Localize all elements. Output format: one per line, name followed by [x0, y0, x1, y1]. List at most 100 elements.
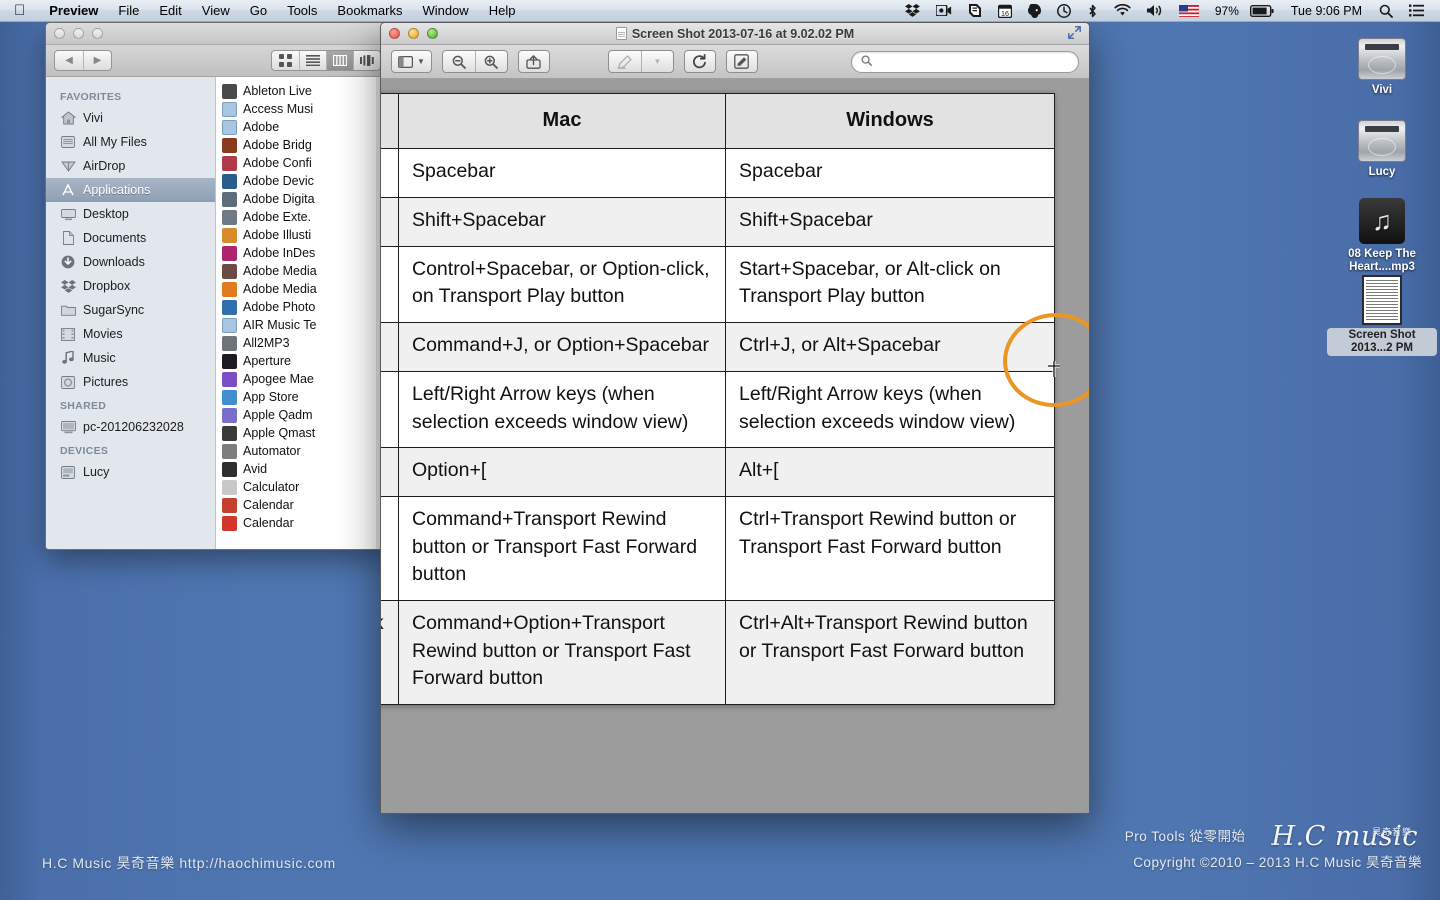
list-item[interactable]: Adobe Media: [216, 262, 389, 280]
finder-titlebar[interactable]: [46, 23, 389, 45]
finder-window[interactable]: ◀ ▶ FAVORITES Vivi All My Files AirDrop …: [45, 22, 390, 550]
coverflow-view-button[interactable]: [353, 51, 380, 70]
dropbox-icon[interactable]: [897, 0, 928, 22]
zoom-button[interactable]: [92, 28, 103, 39]
sidebar-item-pc-201206232028[interactable]: pc-201206232028: [46, 415, 215, 439]
sidebar-item-applications[interactable]: Applications: [46, 178, 215, 202]
wifi-icon[interactable]: [1106, 0, 1139, 22]
menu-item-help[interactable]: Help: [479, 3, 526, 18]
list-item[interactable]: Aperture: [216, 352, 389, 370]
sidebar-item-movies[interactable]: Movies: [46, 322, 215, 346]
list-item[interactable]: Calendar: [216, 496, 389, 514]
desktop-icon-vivi[interactable]: Vivi: [1327, 28, 1437, 98]
footer-series-row: Pro Tools 從零開始 H.C music 昊奇音樂: [1125, 823, 1422, 850]
list-item[interactable]: Access Musi: [216, 100, 389, 118]
list-item[interactable]: Adobe InDes: [216, 244, 389, 262]
icon-view-button[interactable]: [272, 51, 299, 70]
list-item[interactable]: Calendar: [216, 514, 389, 532]
zoom-button-group[interactable]: [441, 50, 508, 73]
list-item[interactable]: Apogee Mae: [216, 370, 389, 388]
view-mode-buttons[interactable]: [271, 50, 381, 71]
menu-clock[interactable]: Tue 9:06 PM: [1282, 4, 1371, 18]
sidebar-item-airdrop[interactable]: AirDrop: [46, 154, 215, 178]
zoom-out-button[interactable]: [443, 51, 475, 72]
search-input[interactable]: [877, 55, 1069, 68]
sidebar-item-documents[interactable]: Documents: [46, 226, 215, 250]
share-button[interactable]: [517, 50, 550, 73]
list-item[interactable]: Avid: [216, 460, 389, 478]
minimize-button[interactable]: [73, 28, 84, 39]
search-icon[interactable]: [1371, 0, 1401, 22]
highlight-dropdown-button[interactable]: ▼: [640, 51, 673, 72]
list-item[interactable]: Adobe Exte.: [216, 208, 389, 226]
list-item[interactable]: Adobe Photo: [216, 298, 389, 316]
sidebar-item-vivi[interactable]: Vivi: [46, 106, 215, 130]
desktop-icon-screenshot[interactable]: Screen Shot 2013...2 PM: [1327, 273, 1437, 356]
list-item[interactable]: Adobe Digita: [216, 190, 389, 208]
fullscreen-icon[interactable]: [1068, 25, 1081, 42]
list-item[interactable]: Calculator: [216, 478, 389, 496]
list-item[interactable]: App Store: [216, 388, 389, 406]
sidebar-item-desktop[interactable]: Desktop: [46, 202, 215, 226]
time-machine-icon[interactable]: [1049, 0, 1079, 22]
nav-buttons[interactable]: ◀ ▶: [54, 50, 112, 71]
hard-drive-icon: [60, 464, 76, 480]
close-button[interactable]: [54, 28, 65, 39]
menu-item-tools[interactable]: Tools: [277, 3, 327, 18]
calendar-icon[interactable]: 16: [990, 0, 1020, 22]
finder-column-file-list[interactable]: Ableton Live Access Musi Adobe Adobe Bridg A…: [216, 77, 389, 549]
list-item[interactable]: Apple Qmast: [216, 424, 389, 442]
list-view-button[interactable]: [299, 51, 326, 70]
video-camera-icon[interactable]: [928, 0, 960, 22]
sidebar-item-downloads[interactable]: Downloads: [46, 250, 215, 274]
sidebar-item-dropbox[interactable]: Dropbox: [46, 274, 215, 298]
back-button[interactable]: ◀: [55, 51, 83, 70]
preview-titlebar[interactable]: Screen Shot 2013-07-16 at 9.02.02 PM: [381, 23, 1089, 45]
preview-window[interactable]: Screen Shot 2013-07-16 at 9.02.02 PM ▼ ▼…: [380, 22, 1090, 814]
notification-list-icon[interactable]: [1401, 0, 1432, 22]
sidebar-item-lucy[interactable]: Lucy: [46, 460, 215, 484]
list-item[interactable]: Ableton Live: [216, 82, 389, 100]
menu-item-edit[interactable]: Edit: [149, 3, 191, 18]
sidebar-item-music[interactable]: Music: [46, 346, 215, 370]
desktop-icon-mp3[interactable]: ♫ 08 Keep The Heart....mp3: [1327, 192, 1437, 275]
list-item[interactable]: Adobe Confi: [216, 154, 389, 172]
volume-icon[interactable]: [1139, 0, 1171, 22]
battery-icon[interactable]: [1242, 0, 1282, 22]
sidebar-toggle-button[interactable]: ▼: [391, 50, 432, 73]
column-view-button[interactable]: [326, 51, 353, 70]
desktop-icon-lucy[interactable]: Lucy: [1327, 110, 1437, 180]
list-item[interactable]: Adobe Devic: [216, 172, 389, 190]
apple-logo-icon[interactable]: : [14, 3, 25, 18]
evernote-elephant-icon[interactable]: [1020, 0, 1049, 22]
sync-icon[interactable]: [960, 0, 990, 22]
menu-item-go[interactable]: Go: [240, 3, 277, 18]
list-item[interactable]: Adobe Media: [216, 280, 389, 298]
battery-percent-label[interactable]: 97%: [1207, 4, 1242, 18]
sidebar-item-sugarsync[interactable]: SugarSync: [46, 298, 215, 322]
list-item[interactable]: AIR Music Te: [216, 316, 389, 334]
zoom-in-button[interactable]: [474, 51, 507, 72]
sidebar-item-pictures[interactable]: Pictures: [46, 370, 215, 394]
sidebar-item-all-my-files[interactable]: All My Files: [46, 130, 215, 154]
bluetooth-icon[interactable]: [1079, 0, 1106, 22]
preview-document-area[interactable]: Mac Windows Spacebar Spacebar Shift+Spaceb…: [381, 79, 1089, 813]
search-field[interactable]: [851, 50, 1079, 73]
highlight-button-group[interactable]: ▼: [607, 50, 674, 73]
list-item[interactable]: Automator: [216, 442, 389, 460]
rotate-button[interactable]: [683, 50, 716, 73]
list-item[interactable]: Apple Qadm: [216, 406, 389, 424]
menu-item-view[interactable]: View: [192, 3, 240, 18]
menu-item-preview[interactable]: Preview: [39, 3, 108, 18]
list-item[interactable]: Adobe: [216, 118, 389, 136]
highlight-pen-button[interactable]: [609, 51, 641, 72]
list-item[interactable]: Adobe Bridg: [216, 136, 389, 154]
list-item[interactable]: Adobe Illusti: [216, 226, 389, 244]
markup-button[interactable]: [725, 50, 758, 73]
menu-item-window[interactable]: Window: [412, 3, 478, 18]
menu-item-bookmarks[interactable]: Bookmarks: [327, 3, 412, 18]
list-item[interactable]: All2MP3: [216, 334, 389, 352]
menu-item-file[interactable]: File: [108, 3, 149, 18]
us-flag-icon[interactable]: [1171, 0, 1207, 22]
forward-button[interactable]: ▶: [83, 51, 111, 70]
